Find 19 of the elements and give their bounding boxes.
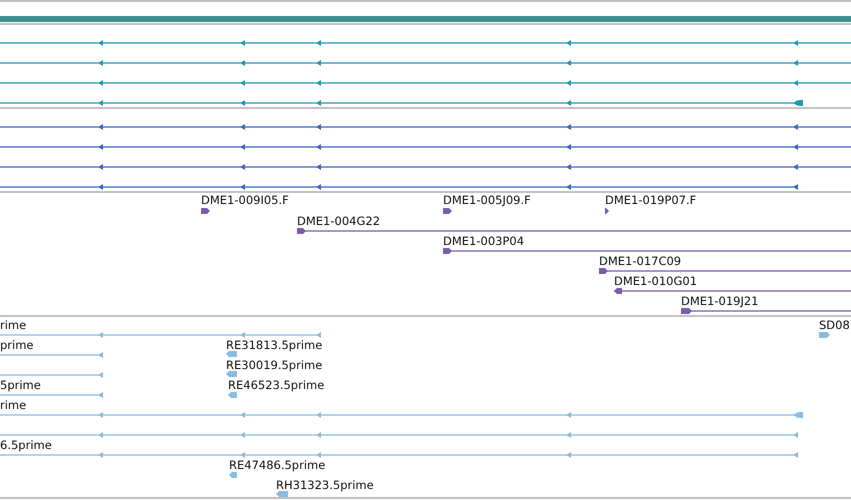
- feature-label: DME1-005J09.F: [443, 193, 531, 207]
- feature-label: prime: [0, 338, 34, 352]
- feature-label: DME1-009I05.F: [201, 193, 289, 207]
- feature-label: DME1-004G22: [297, 214, 380, 228]
- feature-label: 5prime: [0, 378, 41, 392]
- feature-label: rime: [0, 398, 26, 412]
- feature-label: DME1-019J21: [681, 294, 758, 308]
- feature-label: RE30019.5prime: [226, 358, 322, 372]
- feature-label: DME1-003P04: [443, 234, 524, 248]
- feature-label: SD08: [819, 318, 850, 332]
- feature-label: rime: [0, 318, 26, 332]
- feature-label: RE47486.5prime: [229, 458, 326, 472]
- feature-label: RH31323.5prime: [276, 478, 374, 492]
- feature-label: DME1-017C09: [599, 254, 682, 268]
- feature-label: 6.5prime: [0, 438, 52, 452]
- feature-label: RE31813.5prime: [226, 338, 322, 352]
- feature-label: DME1-019P07.F: [605, 193, 696, 207]
- feature-label: RE46523.5prime: [228, 378, 324, 392]
- feature-label: DME1-010G01: [614, 274, 698, 288]
